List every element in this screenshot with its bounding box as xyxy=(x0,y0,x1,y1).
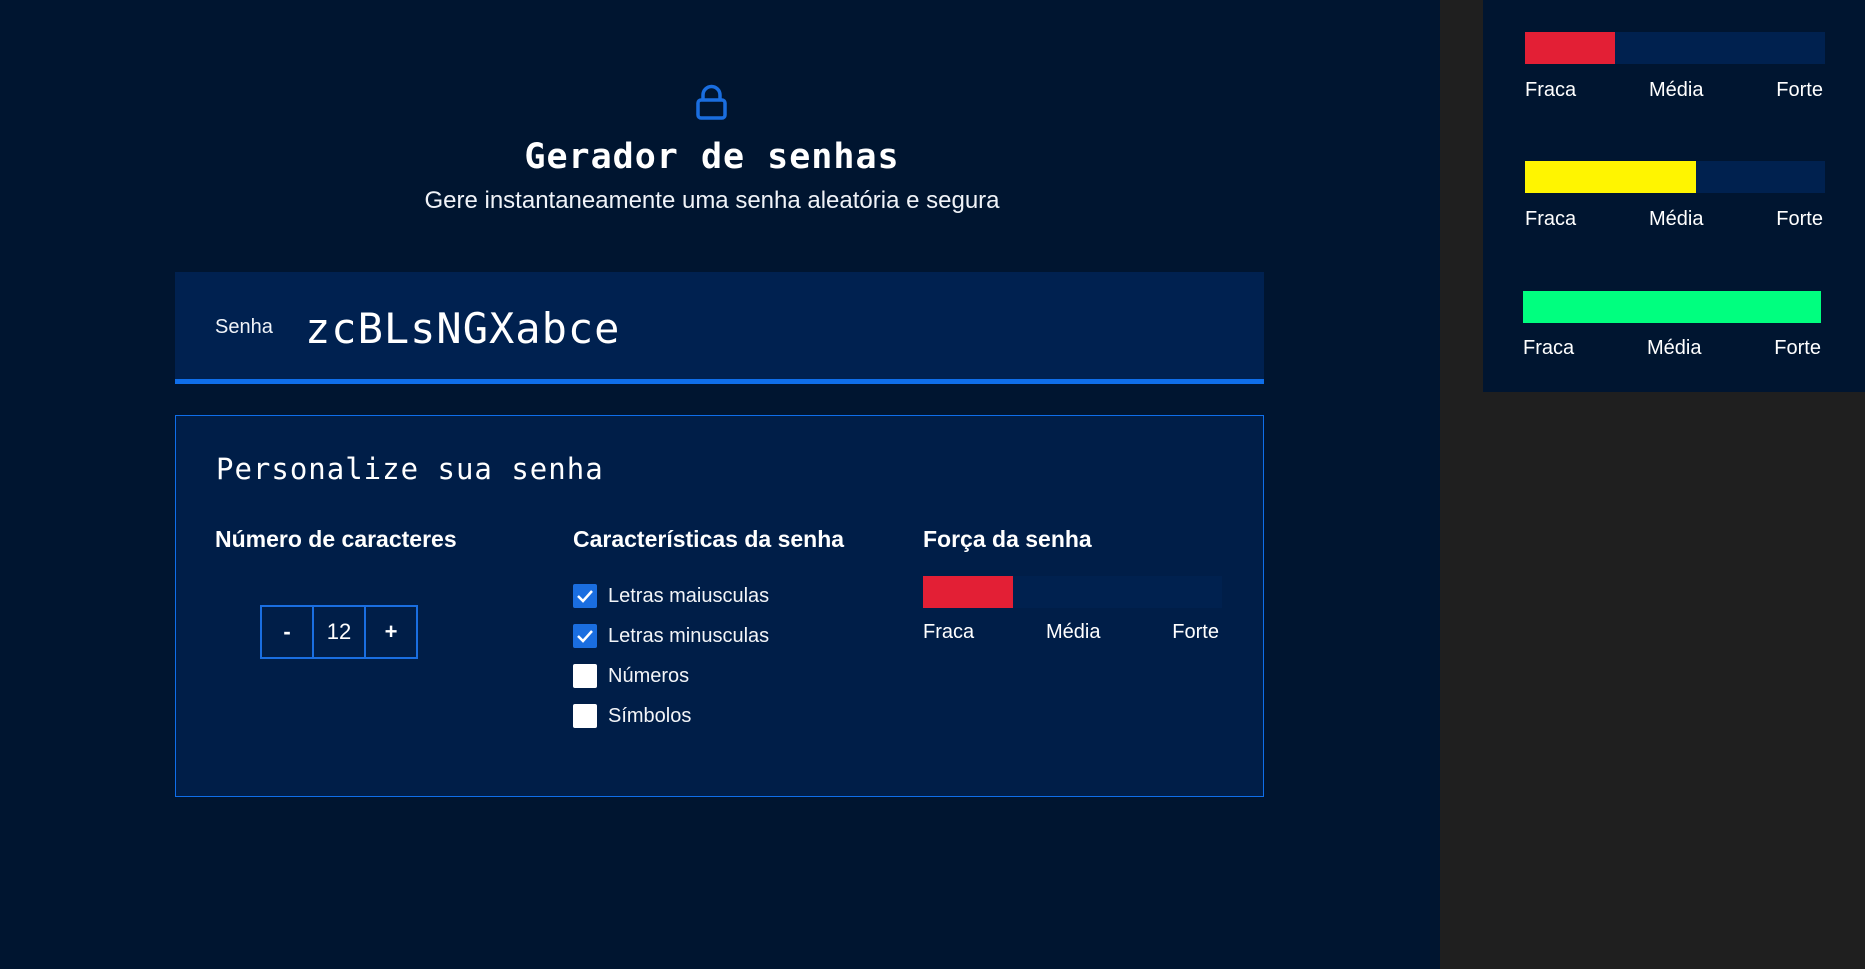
scale-medium: Média xyxy=(1648,79,1704,101)
strength-meter-fill xyxy=(923,576,1013,608)
page-title: Gerador de senhas xyxy=(524,137,900,177)
option-label: Números xyxy=(608,664,690,687)
increment-button[interactable]: + xyxy=(364,607,416,657)
features-heading: Características da senha xyxy=(573,526,845,552)
password-value[interactable]: zcBLsNGXabce xyxy=(305,304,620,353)
page-subtitle: Gere instantaneamente uma senha aleatóri… xyxy=(424,187,1000,214)
strength-scale: Fraca Média Forte xyxy=(923,621,1219,644)
strength-meter xyxy=(923,576,1222,608)
scale-weak: Fraca xyxy=(1525,208,1577,230)
scale-strong: Forte xyxy=(1774,337,1821,359)
password-label: Senha xyxy=(215,316,273,338)
scale-strong: Forte xyxy=(1776,208,1823,230)
lock-icon xyxy=(696,84,727,120)
strength-meter-fill xyxy=(1523,291,1821,323)
option-symbols[interactable]: Símbolos xyxy=(573,696,769,736)
password-display: Senha zcBLsNGXabce xyxy=(175,272,1264,384)
length-heading: Número de caracteres xyxy=(215,526,457,552)
scale-strong: Forte xyxy=(1172,621,1219,643)
customize-title: Personalize sua senha xyxy=(216,452,604,486)
option-lowercase[interactable]: Letras minusculas xyxy=(573,616,769,656)
option-uppercase[interactable]: Letras maiusculas xyxy=(573,576,769,616)
uppercase-checkbox[interactable] xyxy=(573,584,597,608)
strength-scale: Fraca Média Forte xyxy=(1523,337,1821,360)
length-stepper: - 12 + xyxy=(260,605,418,659)
strength-heading: Força da senha xyxy=(923,526,1092,552)
numbers-checkbox[interactable] xyxy=(573,664,597,688)
symbols-checkbox[interactable] xyxy=(573,704,597,728)
option-numbers[interactable]: Números xyxy=(573,656,769,696)
checkmark-icon xyxy=(577,630,593,643)
scale-medium: Média xyxy=(1646,337,1702,359)
scale-weak: Fraca xyxy=(1525,79,1577,101)
decrement-button[interactable]: - xyxy=(262,607,312,657)
option-label: Símbolos xyxy=(608,704,692,727)
strength-example-medium xyxy=(1525,161,1825,193)
scale-medium: Média xyxy=(1648,208,1704,230)
scale-weak: Fraca xyxy=(1523,337,1575,359)
option-label: Letras maiusculas xyxy=(608,584,770,607)
customize-panel: Personalize sua senha Número de caracter… xyxy=(175,415,1264,797)
length-value[interactable]: 12 xyxy=(312,607,364,657)
checkmark-icon xyxy=(577,590,593,603)
option-label: Letras minusculas xyxy=(608,624,770,647)
strength-scale: Fraca Média Forte xyxy=(1525,208,1823,231)
features-list: Letras maiusculas Letras minusculas Núme… xyxy=(573,576,769,736)
scale-medium: Média xyxy=(1045,621,1101,643)
scale-strong: Forte xyxy=(1776,79,1823,101)
strength-examples-panel: Fraca Média Forte Fraca Média Forte Frac… xyxy=(1483,0,1865,392)
strength-scale: Fraca Média Forte xyxy=(1525,79,1823,102)
strength-example-weak xyxy=(1525,32,1825,64)
strength-meter-fill xyxy=(1525,161,1696,193)
scale-weak: Fraca xyxy=(923,621,975,643)
strength-example-strong xyxy=(1523,291,1821,323)
strength-meter-fill xyxy=(1525,32,1615,64)
password-generator-app: Gerador de senhas Gere instantaneamente … xyxy=(0,0,1440,969)
lowercase-checkbox[interactable] xyxy=(573,624,597,648)
